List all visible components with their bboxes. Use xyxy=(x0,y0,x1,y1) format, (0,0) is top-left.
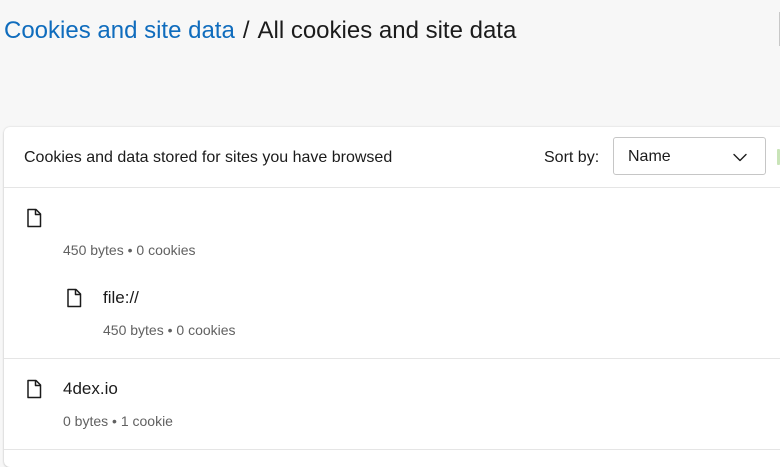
site-size: 450 bytes xyxy=(63,242,124,258)
site-meta: 0 bytes • 1 cookie xyxy=(63,412,173,430)
list-header: Cookies and data stored for sites you ha… xyxy=(4,127,780,188)
bullet-separator: • xyxy=(127,242,133,258)
site-cookie-count: 0 cookies xyxy=(176,322,236,338)
file-icon xyxy=(27,379,42,399)
site-name: 4dex.io xyxy=(63,379,118,398)
site-group: 450 bytes • 0 cookies file:// 450 bytes … xyxy=(4,188,780,359)
site-cookie-count: 1 cookie xyxy=(120,413,173,429)
page-title: All cookies and site data xyxy=(257,17,517,44)
list-header-title: Cookies and data stored for sites you ha… xyxy=(24,149,393,166)
site-row[interactable]: 4dex.io 0 bytes • 1 cookie xyxy=(4,359,780,450)
file-icon xyxy=(67,288,82,308)
bullet-separator: • xyxy=(112,413,117,429)
breadcrumb: Cookies and site data / All cookies and si… xyxy=(4,14,516,48)
site-cookie-count: 0 cookies xyxy=(136,242,196,258)
breadcrumb-link-cookies-and-site-data[interactable]: Cookies and site data xyxy=(4,17,235,44)
bullet-separator: • xyxy=(167,322,173,338)
site-size: 450 bytes xyxy=(103,322,164,338)
site-name: file:// xyxy=(103,288,139,307)
sort-by-dropdown[interactable]: Name xyxy=(613,137,766,175)
site-data-list-card: Cookies and data stored for sites you ha… xyxy=(4,127,780,467)
site-size: 0 bytes xyxy=(63,413,109,429)
site-meta: 450 bytes • 0 cookies xyxy=(103,321,236,339)
sort-by-label: Sort by: xyxy=(544,149,600,166)
site-meta: 450 bytes • 0 cookies xyxy=(63,241,196,259)
sort-by-selected-value: Name xyxy=(628,148,671,165)
chevron-down-icon xyxy=(733,153,747,162)
breadcrumb-separator: / xyxy=(242,17,250,44)
file-icon xyxy=(27,208,42,228)
